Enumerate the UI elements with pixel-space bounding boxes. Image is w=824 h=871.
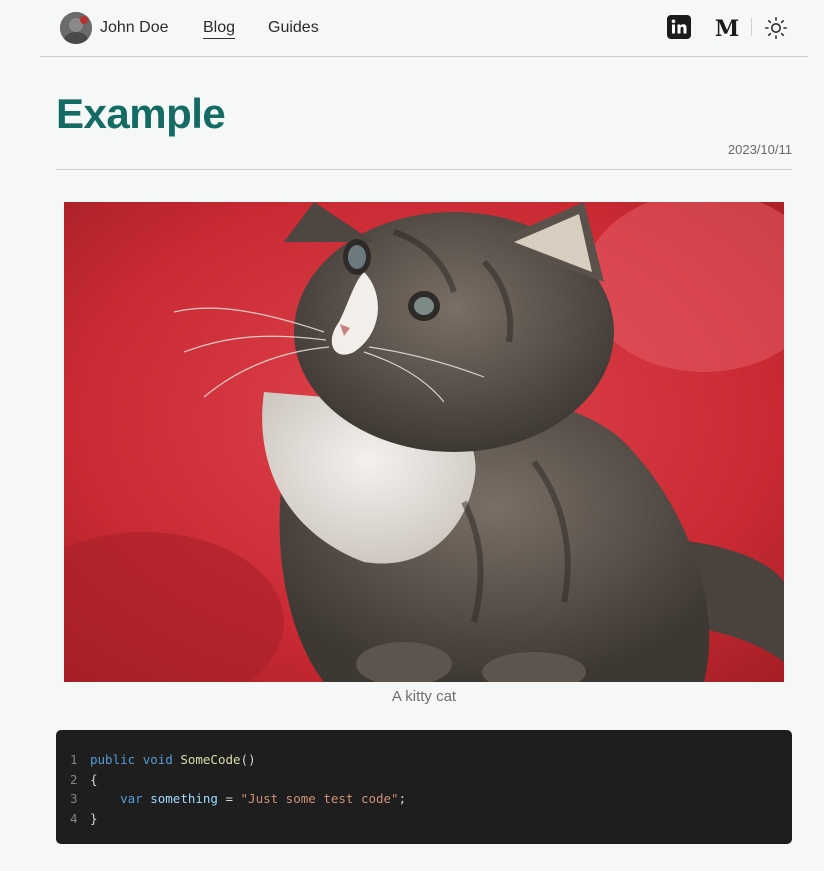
post-title: Example bbox=[56, 90, 226, 137]
code-keyword: var bbox=[120, 791, 143, 806]
image-caption: A kitty cat bbox=[391, 688, 457, 705]
code-block: 1 public void SomeCode() 2{ 3 var somethi… bbox=[56, 730, 792, 844]
line-number: 2 bbox=[70, 771, 78, 787]
code-line: 1 public void SomeCode() bbox=[70, 750, 792, 770]
code-keyword: void bbox=[142, 752, 173, 767]
code-line: 2{ bbox=[70, 770, 792, 790]
avatar bbox=[60, 12, 92, 44]
line-number: 3 bbox=[70, 791, 78, 806]
code-punctuation: () bbox=[240, 752, 256, 767]
post-image bbox=[64, 202, 784, 682]
code-line: 3 var something = "Just some test code"; bbox=[70, 789, 792, 809]
code-text: { bbox=[90, 771, 98, 787]
code-variable: something bbox=[150, 791, 218, 806]
nav-guides[interactable]: Guides bbox=[268, 18, 319, 38]
svg-text:M: M bbox=[715, 16, 739, 42]
theme-toggle-sun-icon[interactable] bbox=[764, 16, 788, 40]
line-number: 4 bbox=[70, 810, 78, 826]
kitten-photo bbox=[64, 202, 784, 682]
code-string: "Just some test code" bbox=[240, 791, 399, 806]
author-name: John Doe bbox=[100, 19, 169, 36]
code-operator: = bbox=[217, 791, 241, 806]
site-header: John Doe Blog Guides M bbox=[40, 0, 808, 57]
medium-icon[interactable]: M bbox=[713, 14, 741, 42]
code-punctuation: ; bbox=[398, 791, 407, 806]
code-function-name: SomeCode bbox=[180, 752, 241, 767]
code-text: } bbox=[90, 810, 98, 826]
linkedin-icon[interactable] bbox=[667, 15, 691, 39]
code-line: 4} bbox=[70, 809, 792, 829]
nav-blog[interactable]: Blog bbox=[203, 18, 236, 39]
header-divider bbox=[751, 18, 752, 36]
title-divider bbox=[56, 169, 792, 170]
code-keyword: public bbox=[90, 752, 136, 767]
home-link[interactable]: John Doe bbox=[60, 12, 169, 44]
post-date: 2023/10/11 bbox=[727, 142, 792, 157]
line-number: 1 bbox=[70, 752, 78, 767]
